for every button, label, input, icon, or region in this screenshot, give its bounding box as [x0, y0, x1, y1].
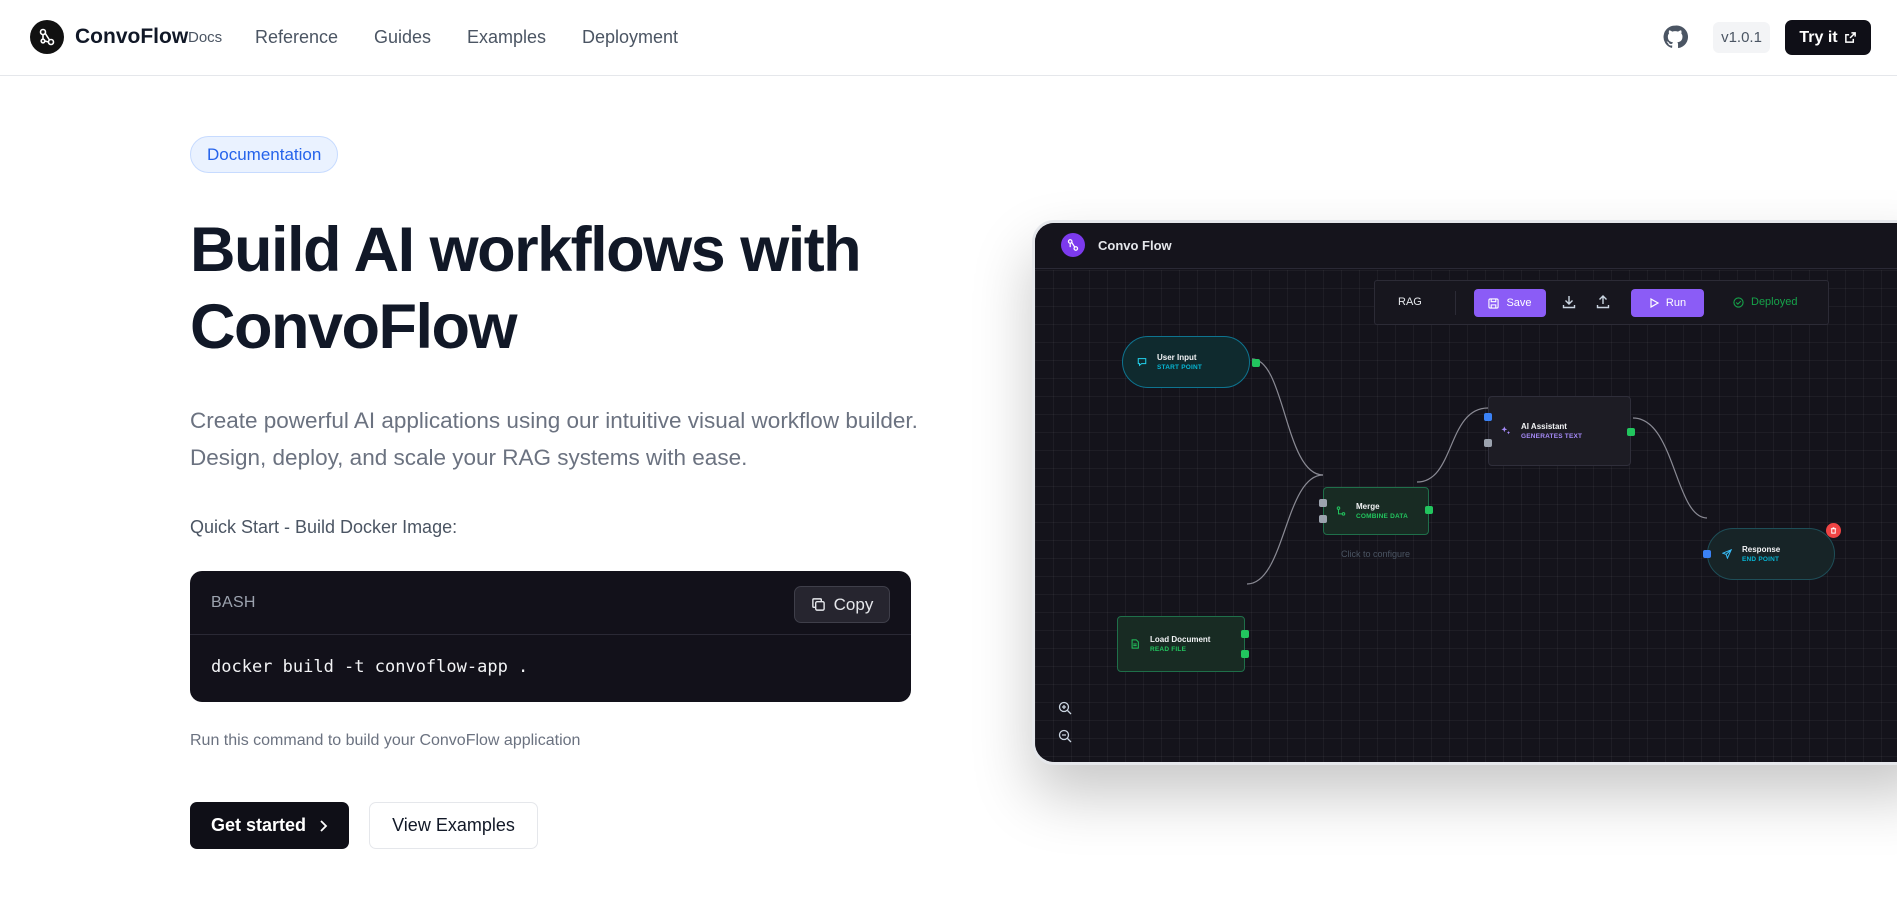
- nav-link-deployment[interactable]: Deployment: [582, 27, 678, 48]
- workflow-canvas[interactable]: RAG Save Run Deployed User Input START P…: [1035, 270, 1897, 762]
- node-load-document[interactable]: Load Document READ FILE: [1117, 616, 1249, 672]
- edge-input-merge: [1251, 358, 1324, 476]
- documentation-badge: Documentation: [190, 136, 339, 173]
- top-navbar: ConvoFlow Docs Reference Guides Examples…: [0, 0, 1897, 76]
- run-note: Run this command to build your ConvoFlow…: [190, 732, 581, 749]
- trash-icon: [1830, 527, 1837, 534]
- hero-title-line2: ConvoFlow: [190, 292, 517, 362]
- app-preview-header: Convo Flow: [1035, 223, 1897, 269]
- input-port[interactable]: [1484, 439, 1492, 447]
- copy-label: Copy: [833, 594, 874, 614]
- app-preview-window: Convo Flow RAG Save Run Deployed User In…: [1032, 220, 1897, 765]
- app-logo-icon: [1061, 233, 1085, 257]
- input-port[interactable]: [1319, 499, 1327, 507]
- hero-description: Create powerful AI applications using ou…: [190, 408, 918, 470]
- quickstart-label: Quick Start - Build Docker Image:: [190, 517, 458, 537]
- brand-docs-label: Docs: [188, 29, 223, 46]
- code-language-label: BASH: [211, 594, 256, 611]
- code-command[interactable]: docker build -t convoflow-app .: [211, 657, 528, 677]
- node-response[interactable]: Response END POINT: [1703, 523, 1841, 580]
- node-subtitle: COMBINE DATA: [1356, 513, 1408, 520]
- node-subtitle: END POINT: [1742, 556, 1780, 563]
- app-name: Convo Flow: [1098, 238, 1172, 253]
- nav-link-guides[interactable]: Guides: [374, 27, 431, 48]
- node-user-input[interactable]: User Input START POINT: [1122, 336, 1260, 388]
- nav-link-examples[interactable]: Examples: [467, 27, 546, 48]
- output-port[interactable]: [1241, 650, 1249, 658]
- hero-title-line1: Build AI workflows with: [190, 215, 862, 285]
- zoom-in-icon[interactable]: [1057, 700, 1073, 716]
- try-it-label: Try it: [1799, 28, 1838, 46]
- view-examples-button[interactable]: View Examples: [369, 802, 538, 849]
- output-port[interactable]: [1241, 630, 1249, 638]
- version-badge[interactable]: v1.0.1: [1713, 22, 1770, 53]
- send-icon: [1722, 549, 1732, 559]
- try-it-button[interactable]: Try it: [1785, 20, 1871, 55]
- edge-merge-assistant: [1416, 407, 1489, 483]
- github-icon[interactable]: [1662, 24, 1688, 50]
- node-title: Load Document: [1150, 635, 1211, 644]
- copy-icon: [811, 598, 825, 611]
- external-link-icon: [1844, 32, 1856, 43]
- output-port[interactable]: [1627, 428, 1635, 436]
- node-title: AI Assistant: [1521, 422, 1567, 431]
- get-started-button[interactable]: Get started: [190, 802, 349, 849]
- code-block-header: BASH Copy: [190, 571, 911, 635]
- node-title: User Input: [1157, 353, 1197, 362]
- nav-link-reference[interactable]: Reference: [255, 27, 338, 48]
- input-port[interactable]: [1703, 550, 1711, 558]
- node-title: Response: [1742, 545, 1781, 554]
- document-icon: [1131, 639, 1139, 649]
- edge-assistant-response: [1632, 417, 1708, 519]
- convoflow-logo-icon[interactable]: [30, 20, 64, 54]
- merge-icon: [1336, 506, 1346, 516]
- configure-hint: Click to configure: [1341, 549, 1411, 559]
- copy-button[interactable]: Copy: [794, 586, 890, 623]
- delete-node-button[interactable]: [1826, 523, 1841, 538]
- chat-icon: [1137, 358, 1147, 367]
- input-port[interactable]: [1484, 413, 1492, 421]
- output-port[interactable]: [1425, 506, 1433, 514]
- brand-name[interactable]: ConvoFlow: [75, 25, 188, 49]
- output-port[interactable]: [1252, 359, 1260, 367]
- node-merge[interactable]: Merge COMBINE DATA: [1319, 487, 1433, 535]
- get-started-label: Get started: [210, 815, 307, 835]
- node-ai-assistant[interactable]: AI Assistant GENERATES TEXT: [1484, 396, 1635, 466]
- input-port[interactable]: [1319, 515, 1327, 523]
- edge-document-merge: [1246, 474, 1324, 585]
- zoom-out-icon[interactable]: [1057, 728, 1073, 744]
- node-subtitle: START POINT: [1157, 364, 1203, 371]
- node-subtitle: GENERATES TEXT: [1521, 433, 1583, 440]
- hero-title: Build AI workflows with ConvoFlow: [190, 212, 950, 366]
- sparkles-icon: [1501, 426, 1511, 435]
- code-block: BASH Copy docker build -t convoflow-app …: [190, 571, 911, 702]
- node-title: Merge: [1356, 502, 1380, 511]
- node-subtitle: READ FILE: [1150, 646, 1187, 653]
- chevron-right-icon: [320, 819, 328, 832]
